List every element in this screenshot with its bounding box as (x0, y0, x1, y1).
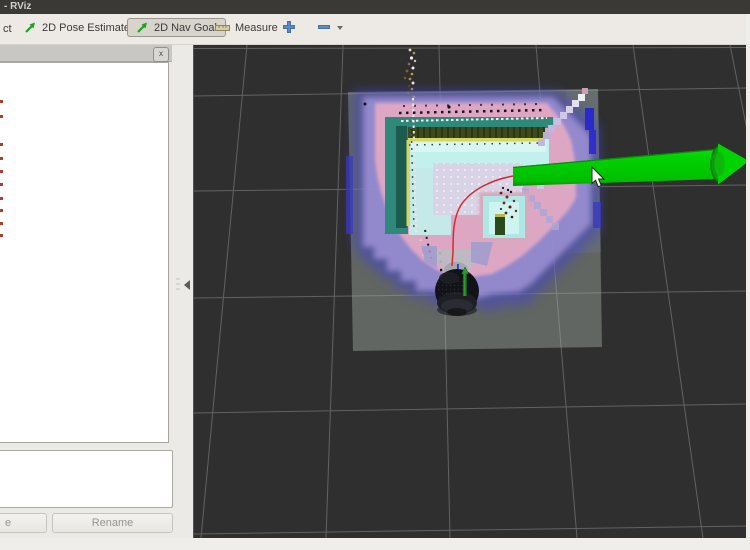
add-tool-plus-icon (282, 20, 296, 34)
interact-button-partial[interactable]: ct (3, 23, 12, 35)
interact-label-tail: ct (3, 23, 12, 35)
remove-tool-minus-icon (317, 20, 331, 34)
green-pose-arrow-icon (24, 21, 37, 34)
remove-button-label-tail: e (5, 517, 11, 529)
tree-error-tick (0, 222, 3, 225)
add-tool-button[interactable] (282, 20, 296, 34)
toolbar: ct 2D Pose Estimate 2D Nav Goal Mea (0, 14, 750, 45)
title-bar[interactable]: - RViz (0, 0, 750, 14)
nav-goal-label: 2D Nav Goal (154, 22, 217, 34)
render-viewport-3d[interactable] (193, 45, 746, 538)
scene-3d (194, 45, 747, 538)
remove-tool-button[interactable] (317, 20, 344, 34)
window-right-margin (746, 14, 750, 550)
window-title: - RViz (4, 1, 31, 12)
dropdown-caret-icon (336, 20, 344, 34)
display-description-box (0, 450, 173, 508)
nav-goal-button[interactable]: 2D Nav Goal (127, 18, 226, 37)
tree-error-tick (0, 170, 3, 173)
tree-error-tick (0, 234, 3, 237)
close-icon: x (159, 49, 163, 58)
tree-error-tick (0, 209, 3, 212)
collapse-panel-arrow-icon[interactable] (184, 280, 190, 290)
rename-button-label: Rename (92, 517, 134, 529)
tree-error-tick (0, 197, 3, 200)
measure-button[interactable]: Measure (215, 22, 278, 34)
green-goal-arrow-icon (136, 21, 149, 34)
panel-close-button[interactable]: x (153, 47, 169, 62)
remove-button[interactable]: e (0, 513, 47, 533)
displays-tree[interactable] (0, 62, 169, 443)
tree-error-tick (0, 115, 3, 118)
measure-label: Measure (235, 22, 278, 34)
tree-error-tick (0, 100, 3, 103)
ruler-icon (215, 24, 230, 32)
panel-splitter[interactable] (176, 278, 180, 292)
rename-button[interactable]: Rename (52, 513, 173, 533)
tree-error-tick (0, 143, 3, 146)
pose-estimate-label: 2D Pose Estimate (42, 22, 130, 34)
costmap-island (479, 187, 529, 242)
status-bar (0, 538, 750, 550)
displays-panel-header[interactable]: x (0, 45, 172, 62)
rviz-window: - RViz ct 2D Pose Estimate 2D Nav Goal (0, 0, 750, 550)
tree-error-tick (0, 183, 3, 186)
pose-estimate-button[interactable]: 2D Pose Estimate (24, 21, 130, 34)
tree-error-tick (0, 157, 3, 160)
